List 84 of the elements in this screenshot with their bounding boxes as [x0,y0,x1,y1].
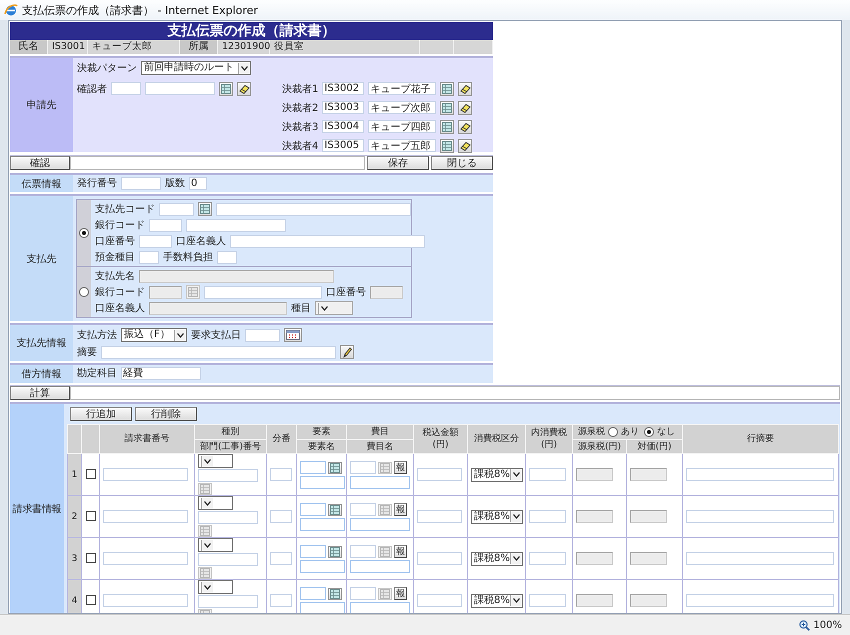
section-label: 支払先情報 [10,325,73,361]
field-label: 預金種目 [95,251,135,264]
column-header: 費目名 [346,440,414,454]
detail-button[interactable]: 報 [394,503,407,516]
field-label: 氏名 [10,40,48,54]
input-field[interactable]: キューブ四郎 [368,120,436,133]
field-label: 摘要 [77,346,97,359]
field-label: 銀行コード [95,219,145,232]
user-code: IS3001 [48,40,88,54]
column-header: 要素 [296,424,346,440]
section-label: 請求書情報 [10,404,64,613]
field-label: 決裁者1 [282,82,318,96]
input-field[interactable]: IS3005 [322,139,364,152]
field-label: 口座番号 [95,234,135,248]
window-title: 支払伝票の作成（請求書） - Internet Explorer [22,2,258,18]
section-label: 申請先 [10,58,73,152]
field-label: 所属 [180,40,218,54]
field-label: 決裁者2 [282,102,318,114]
field-label: 支払方法 [77,328,117,342]
dropdown[interactable]: 課税8% [471,468,523,482]
calculate-button[interactable]: 計算 [10,386,70,400]
field-label: 支払先名 [95,270,135,283]
input-field[interactable]: キューブ花子 [368,82,436,95]
row-number: 4 [68,580,82,613]
column-header: 内消費税(円) [526,424,572,454]
input-field[interactable]: IS3004 [322,120,364,133]
section-label: 伝票情報 [10,175,73,192]
field-label: 支払先コード [95,202,155,216]
dropdown[interactable]: 課税8% [471,552,523,566]
dept-name: 役員室 [270,40,420,54]
field-label: 要求支払日 [191,328,241,342]
column-header: 請求書番号 [100,424,194,454]
field-label: 種目 [291,302,311,315]
dropdown[interactable]: 課税8% [471,510,523,524]
row-number: 2 [68,496,82,538]
page-title: 支払伝票の作成（請求書） [168,22,336,40]
column-header: 消費税区分 [468,424,526,454]
field-label: 手数料負担 [163,250,213,264]
input-field[interactable]: キューブ次郎 [368,101,436,114]
row-number: 3 [68,538,82,580]
field-label: 口座番号 [326,286,366,299]
column-header: 部門(工事)番号 [194,440,266,454]
column-header: 行摘要 [682,424,838,454]
delete-row-button[interactable]: 行削除 [135,407,197,421]
column-header: 源泉税 [578,426,605,438]
section-label: 借方情報 [10,365,73,383]
field-label: 決裁者3 [282,120,318,134]
input-field[interactable]: 経費 [121,366,201,380]
input-field[interactable]: キューブ五郎 [368,139,436,152]
row-number: 1 [68,454,82,496]
column-header: 要素名 [296,440,346,454]
field-label: 勘定科目 [77,366,117,380]
field-label: 確認者 [77,82,107,96]
dropdown[interactable]: 振込（F） [121,328,187,342]
confirm-button[interactable]: 確認 [10,156,70,170]
column-header: 源泉税(円) [572,440,626,454]
input-field[interactable]: 0 [189,176,207,190]
close-button[interactable]: 閉じる [431,156,493,170]
radio-label: あり [621,426,639,438]
dropdown[interactable]: 前回申請時のルート [141,61,251,75]
detail-button[interactable]: 報 [394,545,407,558]
save-button[interactable]: 保存 [367,156,429,170]
zoom-level: 100% [813,620,842,630]
field-label: 決裁者4 [282,140,318,152]
column-header: 分番 [266,424,296,454]
dropdown[interactable]: 課税8% [471,594,523,608]
field-label: 銀行コード [95,286,145,299]
column-header: 費目 [346,424,414,440]
field-label: 決裁パターン [77,62,137,75]
input-field[interactable]: IS3003 [322,101,364,114]
field-label: 口座名義人 [176,234,226,248]
column-header: 種別 [194,424,266,440]
add-row-button[interactable]: 行追加 [70,407,132,421]
dept-code: 12301900 [218,40,270,54]
input-field[interactable]: IS3002 [322,82,364,95]
field-label: 口座名義人 [95,302,145,315]
column-header: 対価(円) [626,440,682,454]
radio-label: なし [657,426,675,438]
field-label: 版数 [165,177,185,190]
section-label: 支払先 [10,196,73,321]
detail-button[interactable]: 報 [394,587,407,600]
column-header: 税込金額(円) [414,424,468,454]
field-label: 発行番号 [77,176,117,190]
detail-button[interactable]: 報 [394,461,407,474]
